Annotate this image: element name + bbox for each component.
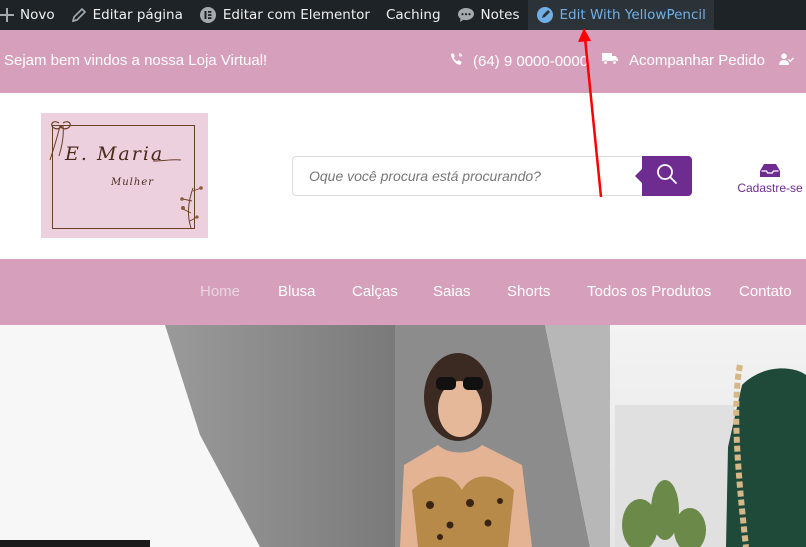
top-info-bar: Sejam bem vindos a nossa Loja Virtual! (…	[0, 30, 806, 93]
nav-item-calcas[interactable]: Calças	[352, 283, 398, 300]
elementor-icon	[199, 6, 217, 24]
nav-item-todos-produtos[interactable]: Todos os Produtos	[587, 283, 711, 300]
admin-new-label: Novo	[20, 7, 55, 23]
nav-item-saias[interactable]: Saias	[433, 283, 471, 300]
search-input[interactable]	[292, 156, 642, 196]
nav-item-blusa[interactable]: Blusa	[278, 283, 316, 300]
search-icon	[656, 163, 678, 190]
site-header: E. Maria Mulher Cadastre-se	[0, 93, 806, 259]
nav-item-contato[interactable]: Contato	[739, 283, 792, 300]
admin-edit-elementor-label: Editar com Elementor	[222, 7, 370, 23]
admin-yellowpencil-button[interactable]: Edit With YellowPencil	[527, 0, 714, 30]
admin-edit-elementor-button[interactable]: Editar com Elementor	[191, 0, 378, 30]
admin-yellowpencil-label: Edit With YellowPencil	[559, 7, 706, 23]
hero-image	[0, 325, 806, 547]
admin-edit-page-label: Editar página	[92, 7, 183, 23]
track-order-link[interactable]: Acompanhar Pedido	[602, 52, 794, 69]
logo-artwork	[49, 121, 203, 229]
admin-notes-button[interactable]: Notes	[449, 0, 528, 30]
yellowpencil-icon	[536, 6, 554, 24]
nav-item-home[interactable]: Home	[200, 283, 240, 300]
admin-caching-label: Caching	[385, 7, 441, 23]
phone-icon	[450, 52, 463, 71]
welcome-message: Sejam bem vindos a nossa Loja Virtual!	[4, 52, 268, 69]
inbox-icon	[734, 163, 806, 179]
admin-new-button[interactable]: Novo	[0, 0, 63, 30]
pencil-icon	[71, 7, 87, 23]
track-order-label: Acompanhar Pedido	[629, 52, 765, 69]
user-check-icon	[778, 52, 794, 69]
search-button[interactable]	[635, 156, 692, 196]
hero-banner[interactable]	[0, 325, 806, 547]
admin-caching-button[interactable]: Caching	[378, 0, 449, 30]
phone-number: (64) 9 0000-0000	[473, 53, 587, 70]
logo-text: E. Maria	[65, 143, 165, 165]
logo-subtext: Mulher	[111, 177, 155, 188]
phone-contact[interactable]: (64) 9 0000-0000	[450, 52, 587, 71]
truck-icon	[602, 52, 619, 69]
signup-label: Cadastre-se	[737, 181, 803, 195]
plus-icon	[0, 8, 14, 22]
nav-item-shorts[interactable]: Shorts	[507, 283, 550, 300]
search-form	[292, 156, 692, 196]
site-logo[interactable]: E. Maria Mulher	[41, 113, 208, 238]
comment-icon	[457, 7, 475, 23]
admin-notes-label: Notes	[480, 7, 520, 23]
signup-link[interactable]: Cadastre-se	[734, 163, 806, 195]
admin-edit-page-button[interactable]: Editar página	[63, 0, 191, 30]
main-navigation: Home Blusa Calças Saias Shorts Todos os …	[0, 259, 806, 325]
wp-admin-bar: Novo Editar página Editar com Elementor …	[0, 0, 806, 30]
